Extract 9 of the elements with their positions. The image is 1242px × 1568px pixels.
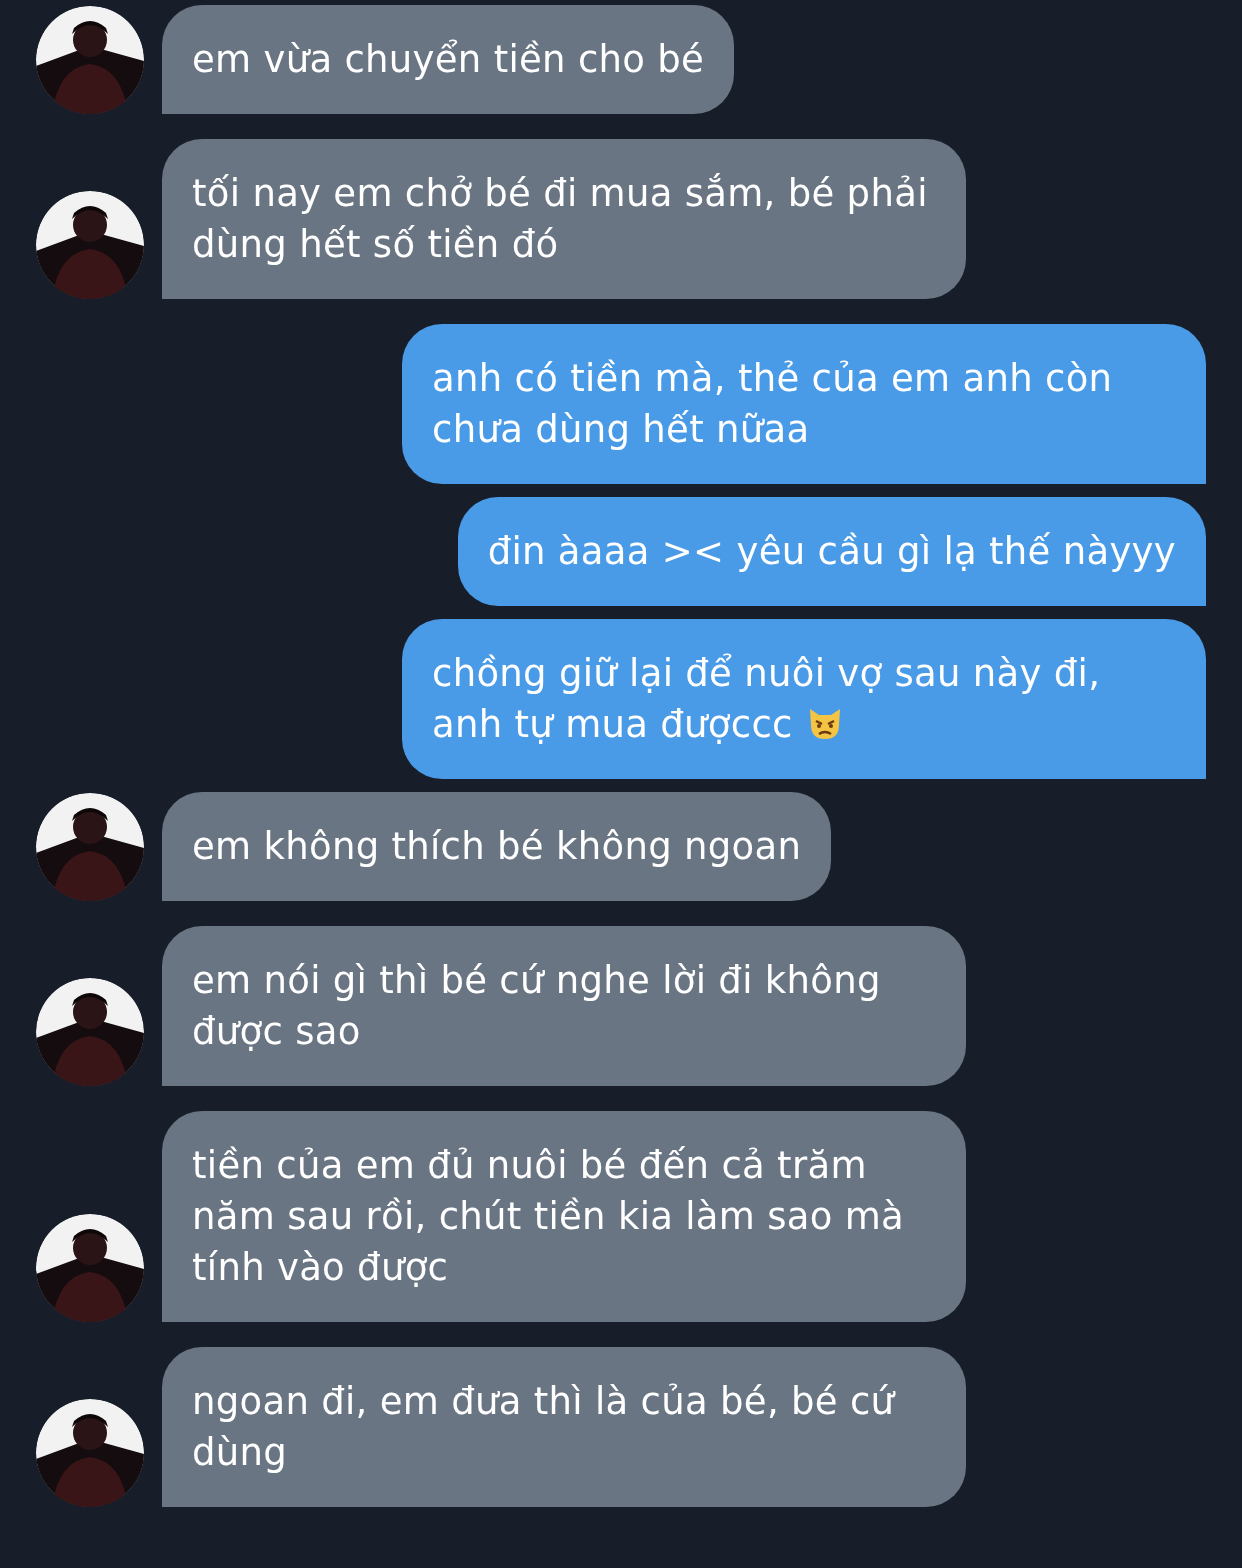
message-bubble: anh có tiền mà, thẻ của em anh còn chưa dùng hết nữaa (402, 324, 1206, 484)
message-bubble: ngoan đi, em đưa thì là của bé, bé cứ dùng (162, 1347, 966, 1507)
message-bubble: tiền của em đủ nuôi bé đến cả trăm năm sau rồi, chút tiền kia làm sao mà tính vào được (162, 1111, 966, 1322)
message-bubble: tối nay em chở bé đi mua sắm, bé phải dùng hết số tiền đó (162, 139, 966, 299)
message-bubble: đin àaaa >< yêu cầu gì lạ thế nàyyy (457, 497, 1206, 606)
message-bubble: em vừa chuyển tiền cho bé (162, 5, 735, 114)
message-bubble: chồng giữ lại để nuôi vợ sau này đi, anh tự mua đượccc (402, 619, 1206, 779)
message-bubble: em nói gì thì bé cứ nghe lời đi không được sao (162, 926, 966, 1086)
message-bubble: em không thích bé không ngoan (162, 792, 832, 901)
